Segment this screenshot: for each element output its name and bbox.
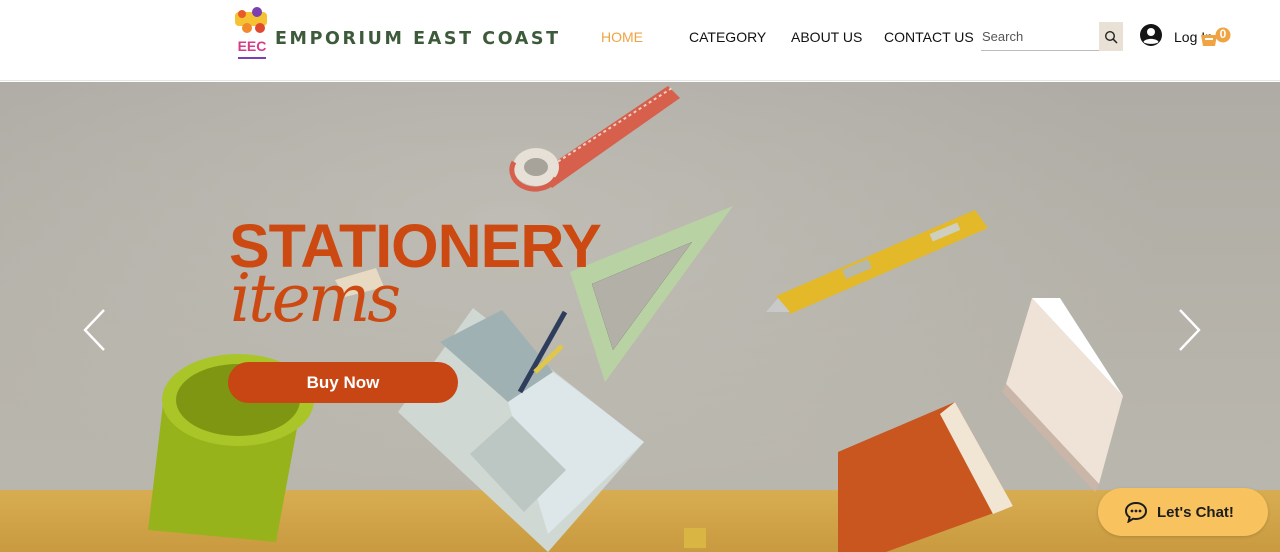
lets-chat-button[interactable]: Let's Chat! [1098, 488, 1268, 536]
slider-prev-button[interactable] [82, 308, 108, 352]
cart-button[interactable]: 0 [1199, 26, 1235, 50]
nav-category[interactable]: CATEGORY [689, 29, 766, 45]
book-image [838, 402, 1013, 552]
search-input[interactable] [981, 22, 1099, 51]
nav-contact-us[interactable]: CONTACT US [884, 29, 974, 45]
chevron-right-icon [1179, 309, 1201, 351]
site-header: EEC EMPORIUM EAST COAST HOME CATEGORY AB… [0, 0, 1280, 81]
hero-subtitle: items [230, 260, 401, 337]
washi-tape-image [509, 86, 680, 192]
nav-about-us[interactable]: ABOUT US [791, 29, 862, 45]
nav-home[interactable]: HOME [601, 29, 643, 45]
slider-next-button[interactable] [1176, 308, 1202, 352]
utility-knife-image [766, 210, 988, 314]
chevron-left-icon [83, 309, 105, 351]
chat-label: Let's Chat! [1157, 503, 1234, 521]
cart-count: 0 [1219, 27, 1227, 41]
binder-clip-image [684, 528, 706, 548]
brand-name[interactable]: EMPORIUM EAST COAST [275, 29, 561, 49]
buy-now-button[interactable]: Buy Now [228, 362, 458, 403]
logo[interactable]: EEC [232, 6, 272, 66]
logo-image: EEC [235, 7, 267, 59]
hero-illustration [148, 86, 1123, 552]
logo-text: EEC [238, 38, 267, 54]
notepad-image [1002, 298, 1123, 492]
hero-slider: STATIONERY items Buy Now Let's Chat! [0, 82, 1280, 552]
search-button[interactable] [1099, 22, 1123, 51]
user-icon[interactable] [1139, 23, 1163, 47]
search-icon [1104, 30, 1118, 43]
cart-icon [1201, 27, 1231, 46]
search-bar [981, 22, 1123, 51]
chat-bubble-icon [1124, 501, 1148, 523]
